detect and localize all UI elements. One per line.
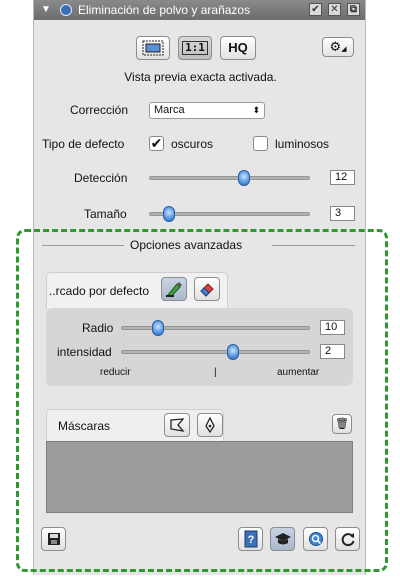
- light-checkbox[interactable]: [253, 136, 268, 151]
- correction-select[interactable]: Marca ⬍: [149, 102, 265, 119]
- detection-slider-thumb[interactable]: [238, 170, 250, 186]
- dark-label: oscuros: [171, 137, 214, 151]
- preview-status: Vista previa exacta activada.: [124, 70, 277, 84]
- size-slider-thumb[interactable]: [163, 206, 175, 222]
- defect-type-label: Tipo de defecto: [42, 137, 125, 151]
- hq-button[interactable]: HQ: [220, 36, 256, 60]
- actual-size-button[interactable]: 1:1: [178, 36, 212, 60]
- size-value[interactable]: 3: [330, 206, 355, 221]
- detection-value[interactable]: 12: [330, 170, 355, 185]
- title-bar[interactable]: ▼ Eliminación de polvo y arañazos ✔ ✕ ⧉: [34, 0, 365, 20]
- close-icon[interactable]: ✕: [328, 3, 341, 16]
- settings-button[interactable]: ⚙◢: [322, 37, 354, 57]
- fit-preview-button[interactable]: [136, 36, 170, 60]
- light-label: luminosos: [275, 137, 330, 151]
- collapse-arrow-icon[interactable]: ▼: [41, 0, 51, 20]
- app-logo-icon: [60, 4, 72, 16]
- detach-icon[interactable]: ⧉: [347, 3, 360, 16]
- dark-checkbox[interactable]: ✔: [149, 136, 164, 151]
- detection-label: Detección: [74, 171, 128, 185]
- detection-slider-track[interactable]: [149, 176, 310, 180]
- actual-size-label: 1:1: [182, 41, 208, 55]
- gear-icon: ⚙: [329, 39, 342, 54]
- confirm-icon[interactable]: ✔: [309, 3, 322, 16]
- fit-frame-icon: [142, 40, 164, 56]
- advanced-section-highlight: [16, 229, 388, 572]
- size-label: Tamaño: [84, 207, 127, 221]
- correction-label: Corrección: [70, 103, 129, 117]
- correction-value: Marca: [154, 104, 185, 116]
- window-title: Eliminación de polvo y arañazos: [78, 3, 251, 17]
- select-arrows-icon: ⬍: [252, 105, 260, 115]
